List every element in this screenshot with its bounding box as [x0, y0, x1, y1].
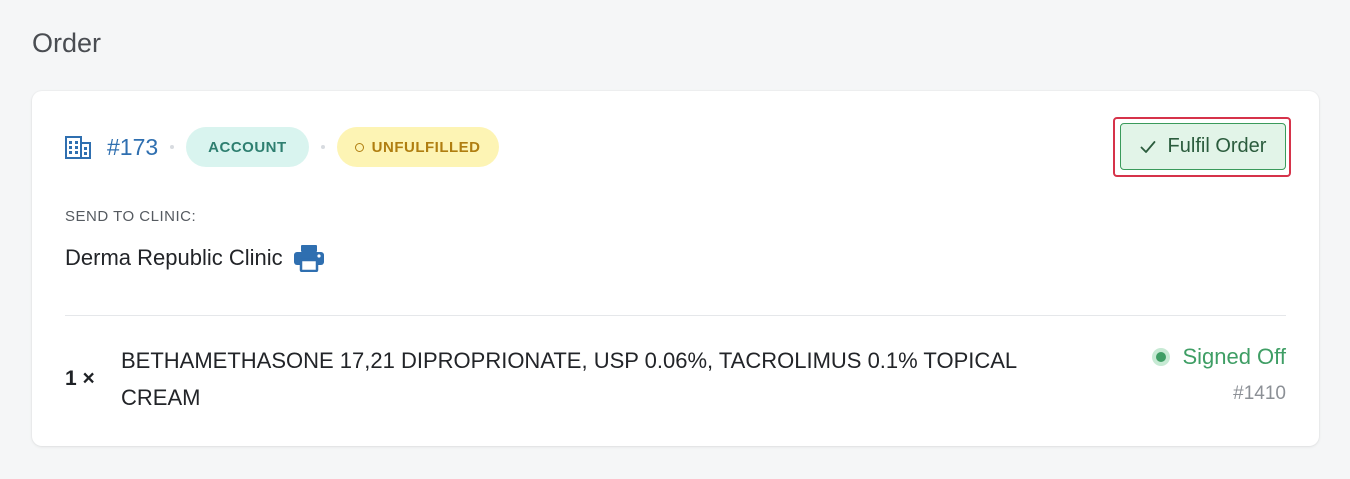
send-to-clinic-label: SEND TO CLINIC: — [65, 208, 197, 225]
divider — [65, 315, 1286, 316]
separator-dot — [170, 145, 175, 149]
item-name: BETHAMETHASONE 17,21 DIPROPRIONATE, USP … — [121, 348, 1017, 410]
page-title: Order — [32, 28, 102, 58]
status-dot-icon — [1152, 348, 1171, 366]
printer-icon[interactable] — [293, 244, 325, 272]
unfulfilled-label: UNFULFILLED — [371, 138, 481, 156]
clinic-row: Derma Republic Clinic — [65, 244, 325, 272]
fulfil-order-label: Fulfil Order — [1167, 135, 1267, 157]
order-number[interactable]: #173 — [107, 134, 158, 161]
item-status: Signed Off — [1152, 344, 1286, 370]
order-header: #173 ACCOUNT UNFULFILLED — [65, 127, 499, 167]
check-icon — [1140, 140, 1155, 153]
account-badge: ACCOUNT — [186, 127, 309, 167]
order-card: #173 ACCOUNT UNFULFILLED Fulfil Order SE… — [32, 91, 1319, 446]
item-id: #1410 — [1233, 383, 1286, 404]
clinic-name: Derma Republic Clinic — [65, 245, 283, 270]
status-ring-icon — [354, 142, 364, 152]
separator-dot — [320, 145, 325, 149]
fulfil-order-button[interactable]: Fulfil Order — [1120, 123, 1286, 170]
item-quantity: 1 × — [65, 367, 95, 390]
item-status-label: Signed Off — [1182, 344, 1286, 369]
unfulfilled-badge: UNFULFILLED — [336, 127, 499, 167]
building-icon — [65, 136, 91, 159]
